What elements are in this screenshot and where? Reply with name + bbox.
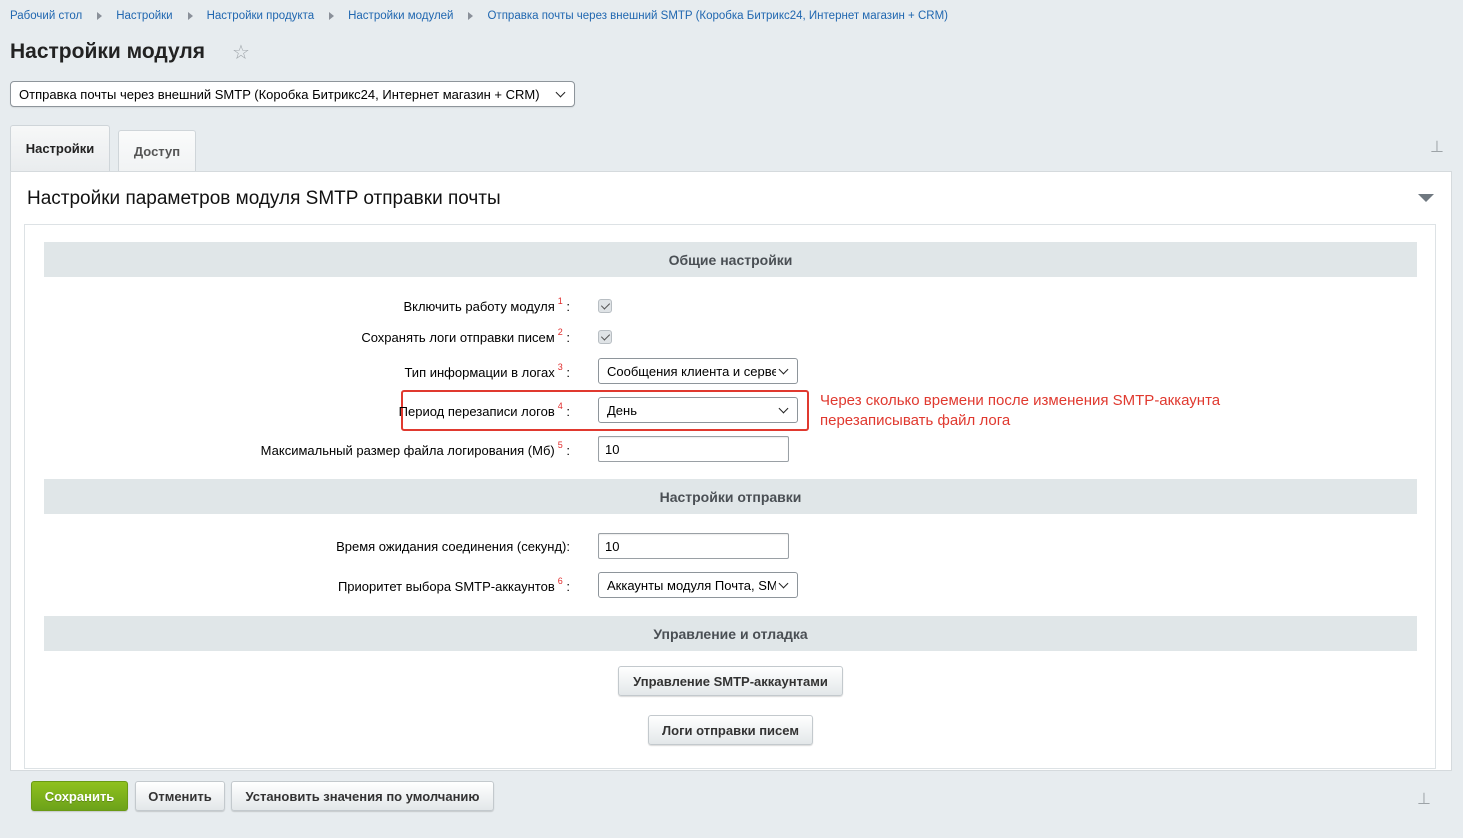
connect-timeout-input[interactable] <box>598 533 789 559</box>
log-info-type-label: Тип информации в логах 3 : <box>404 362 570 380</box>
send-logs-button[interactable]: Логи отправки писем <box>648 715 813 745</box>
settings-panel: Настройки параметров модуля SMTP отправк… <box>10 171 1452 771</box>
breadcrumb-desktop[interactable]: Рабочий стол <box>10 10 82 22</box>
breadcrumb-separator-icon <box>468 12 474 20</box>
smtp-priority-select[interactable]: Аккаунты модуля Почта, SMTP <box>598 572 798 598</box>
chevron-down-icon <box>778 403 789 413</box>
log-max-size-label: Максимальный размер файла логирования (М… <box>260 440 570 458</box>
log-info-type-select[interactable]: Сообщения клиента и сервера <box>598 358 798 384</box>
section-general-header: Общие настройки <box>44 242 1417 277</box>
star-icon[interactable]: ☆ <box>232 40 250 65</box>
section-management-header: Управление и отладка <box>44 616 1417 651</box>
pin-icon[interactable]: ⊥ <box>1430 137 1444 157</box>
breadcrumb-module-settings[interactable]: Настройки модулей <box>348 10 453 22</box>
breadcrumb: Рабочий стол Настройки Настройки продукт… <box>10 10 948 22</box>
breadcrumb-current-module[interactable]: Отправка почты через внешний SMTP (Короб… <box>487 10 948 22</box>
module-select-value: Отправка почты через внешний SMTP (Короб… <box>19 86 540 102</box>
settings-form: Общие настройки Включить работу модуля 1 … <box>24 224 1436 769</box>
breadcrumb-product-settings[interactable]: Настройки продукта <box>207 10 315 22</box>
smtp-priority-label: Приоритет выбора SMTP-аккаунтов 6 : <box>337 576 570 594</box>
chevron-down-icon <box>778 364 789 374</box>
annotation-text: Через сколько времени после изменения SM… <box>820 392 1221 429</box>
log-max-size-input[interactable] <box>598 436 789 462</box>
chevron-down-icon <box>555 87 566 97</box>
breadcrumb-settings[interactable]: Настройки <box>116 10 172 22</box>
enable-module-checkbox[interactable] <box>598 299 612 313</box>
save-logs-checkbox[interactable] <box>598 330 612 344</box>
log-period-value: День <box>607 402 637 418</box>
log-info-type-value: Сообщения клиента и сервера <box>607 363 776 379</box>
collapse-triangle-icon[interactable] <box>1418 194 1434 202</box>
footnote-marker: 1 <box>557 296 563 306</box>
log-period-select[interactable]: День <box>598 397 798 423</box>
enable-module-label: Включить работу модуля 1 : <box>403 296 570 314</box>
log-period-label: Период перезаписи логов 4 : <box>398 401 570 419</box>
section-sending-header: Настройки отправки <box>44 479 1417 514</box>
footnote-marker: 5 <box>557 440 563 450</box>
footnote-marker: 4 <box>557 401 563 411</box>
page-title: Настройки модуля <box>10 40 206 63</box>
save-button[interactable]: Сохранить <box>31 781 128 811</box>
breadcrumb-separator-icon <box>97 12 103 20</box>
connect-timeout-label: Время ожидания соединения (секунд): <box>336 539 570 554</box>
panel-title: Настройки параметров модуля SMTP отправк… <box>27 188 501 209</box>
save-logs-label: Сохранять логи отправки писем 2 : <box>361 327 570 345</box>
manage-smtp-accounts-button[interactable]: Управление SMTP-аккаунтами <box>618 666 843 696</box>
pin-icon[interactable]: ⊥ <box>1417 789 1431 809</box>
tab-settings[interactable]: Настройки <box>10 125 110 171</box>
smtp-priority-value: Аккаунты модуля Почта, SMTP <box>607 577 776 593</box>
tab-access[interactable]: Доступ <box>118 130 196 171</box>
breadcrumb-separator-icon <box>329 12 335 20</box>
cancel-button[interactable]: Отменить <box>135 781 225 811</box>
restore-defaults-button[interactable]: Установить значения по умолчанию <box>231 781 494 811</box>
chevron-down-icon <box>778 578 789 588</box>
breadcrumb-separator-icon <box>187 12 193 20</box>
footnote-marker: 3 <box>557 362 563 372</box>
module-select[interactable]: Отправка почты через внешний SMTP (Короб… <box>10 81 575 107</box>
footnote-marker: 2 <box>557 327 563 337</box>
footnote-marker: 6 <box>557 576 563 586</box>
